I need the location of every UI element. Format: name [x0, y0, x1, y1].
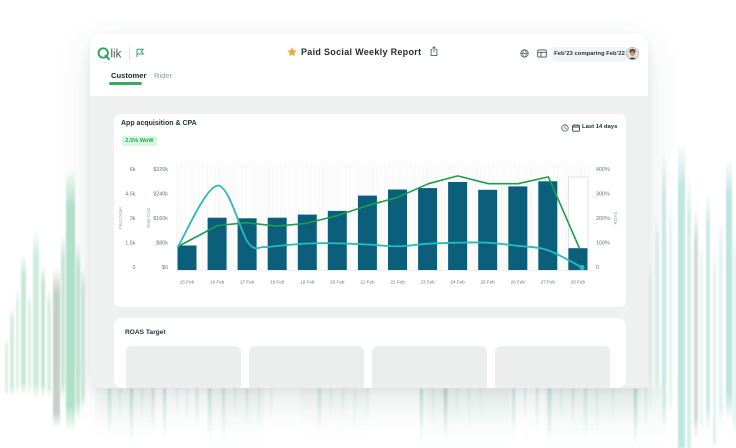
- svg-text:First Order: First Order: [118, 207, 123, 229]
- svg-text:17 Feb: 17 Feb: [240, 280, 255, 285]
- svg-text:22 Feb: 22 Feb: [390, 280, 405, 285]
- svg-text:0: 0: [133, 265, 136, 271]
- svg-text:19 Feb: 19 Feb: [300, 280, 315, 285]
- svg-text:100%: 100%: [596, 240, 610, 246]
- svg-text:1.5k: 1.5k: [125, 240, 135, 246]
- svg-text:28 Feb: 28 Feb: [571, 280, 586, 285]
- svg-text:$0: $0: [162, 265, 168, 271]
- svg-text:200%: 200%: [596, 216, 610, 222]
- svg-text:3k: 3k: [130, 216, 136, 222]
- svg-text:$160k: $160k: [153, 216, 168, 222]
- svg-text:16 Feb: 16 Feb: [210, 280, 225, 285]
- svg-text:24 Feb: 24 Feb: [450, 280, 465, 285]
- svg-text:21 Feb: 21 Feb: [360, 280, 375, 285]
- svg-text:23 Feb: 23 Feb: [420, 280, 435, 285]
- svg-text:ROAS: ROAS: [613, 211, 618, 224]
- svg-text:18 Feb: 18 Feb: [270, 280, 285, 285]
- svg-text:26 Feb: 26 Feb: [511, 280, 526, 285]
- svg-text:$240k: $240k: [153, 191, 168, 197]
- svg-text:4.5k: 4.5k: [125, 191, 135, 197]
- svg-text:300%: 300%: [596, 191, 610, 197]
- svg-text:Total Cost: Total Cost: [146, 207, 151, 228]
- svg-text:27 Feb: 27 Feb: [541, 280, 556, 285]
- svg-text:$320k: $320k: [153, 167, 168, 173]
- svg-text:6k: 6k: [130, 167, 136, 173]
- svg-text:20 Feb: 20 Feb: [330, 280, 345, 285]
- svg-text:0: 0: [596, 265, 599, 271]
- svg-text:15 Feb: 15 Feb: [180, 280, 195, 285]
- svg-text:400%: 400%: [596, 167, 610, 173]
- svg-text:$80k: $80k: [156, 240, 168, 246]
- svg-text:25 Feb: 25 Feb: [481, 280, 496, 285]
- svg-text:lik: lik: [111, 48, 122, 60]
